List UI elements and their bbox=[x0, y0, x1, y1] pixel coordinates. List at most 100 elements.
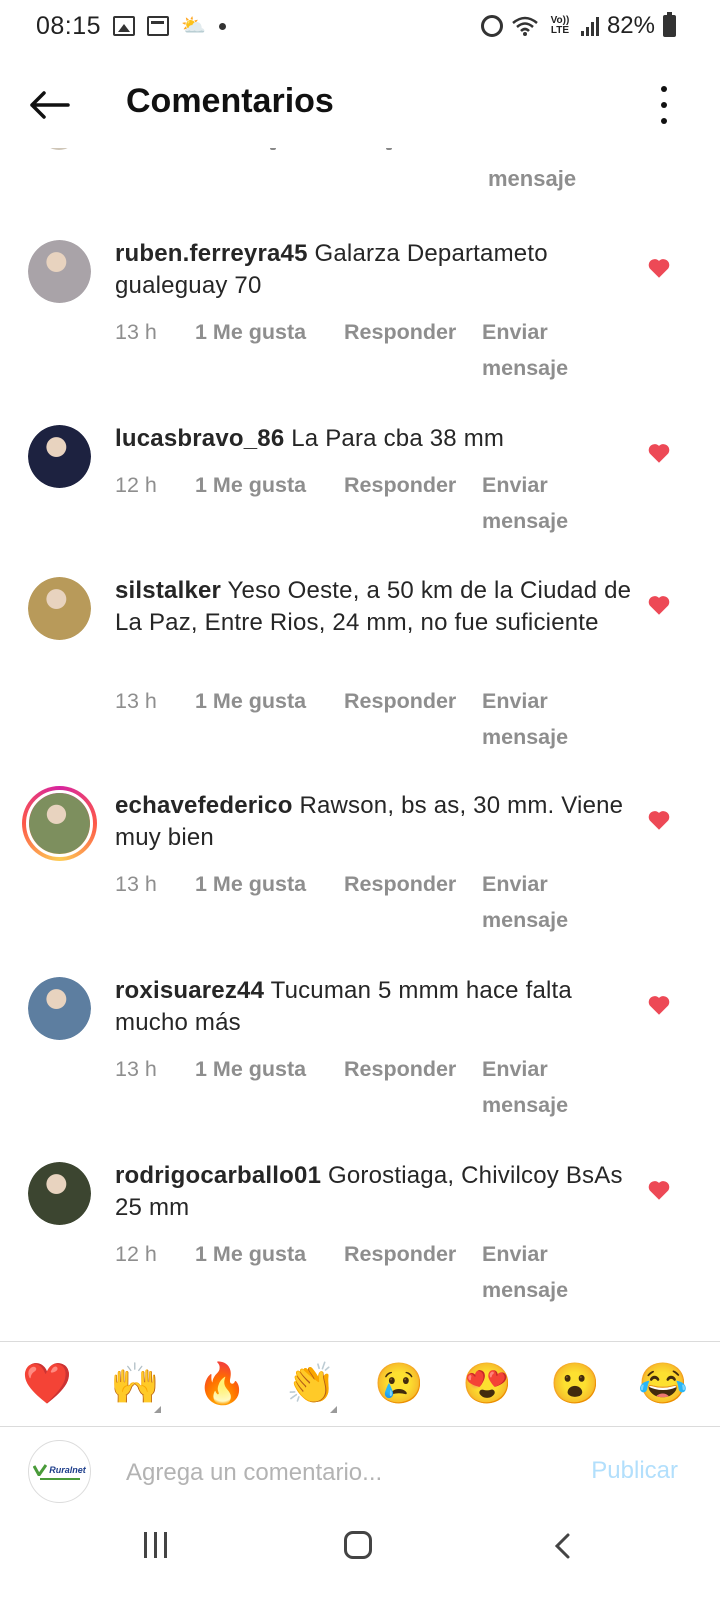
comments-list[interactable]: mensaje ruben.ferreyra45 Galarza Departa… bbox=[0, 148, 720, 1340]
status-right: Vo)) LTE 82% bbox=[480, 0, 676, 52]
send-message-link-line2[interactable]: mensaje bbox=[482, 902, 568, 938]
comment-time: 13 h bbox=[115, 689, 157, 713]
status-time: 08:15 bbox=[36, 11, 102, 40]
fire-emoji[interactable]: 🔥 bbox=[197, 1360, 247, 1408]
battery-icon bbox=[663, 12, 676, 37]
comment-input-row: Ruralnet Publicar bbox=[0, 1427, 720, 1523]
comment-avatar[interactable] bbox=[28, 577, 91, 640]
send-message-link[interactable]: Enviar bbox=[482, 467, 548, 503]
comment-avatar[interactable] bbox=[28, 425, 91, 488]
reply-link[interactable]: Responder bbox=[344, 683, 456, 719]
comment-avatar[interactable] bbox=[28, 240, 91, 303]
send-message-link-line2[interactable]: mensaje bbox=[482, 719, 568, 755]
header: Comentarios bbox=[0, 60, 720, 148]
comment-time: 13 h bbox=[115, 1057, 157, 1081]
like-heart-icon[interactable] bbox=[648, 810, 670, 830]
red-heart-emoji[interactable]: ❤️ bbox=[22, 1360, 72, 1408]
emoji-reaction-bar: ❤️ 🙌 🔥 👏 😢 😍 😮 😂 bbox=[0, 1341, 720, 1427]
news-notification-icon bbox=[147, 16, 170, 36]
clapping-hands-emoji[interactable]: 👏 bbox=[286, 1360, 336, 1408]
send-message-link[interactable]: mensaje bbox=[488, 166, 576, 192]
like-heart-icon[interactable] bbox=[648, 443, 670, 463]
more-options-button[interactable] bbox=[652, 82, 676, 128]
recent-apps-icon[interactable] bbox=[144, 1532, 167, 1558]
send-message-link-line2[interactable]: mensaje bbox=[482, 503, 568, 539]
comment-text: silstalker Yeso Oeste, a 50 km de la Ciu… bbox=[115, 575, 635, 639]
leaf-logo-icon bbox=[33, 1463, 48, 1476]
system-nav-bar bbox=[0, 1510, 720, 1600]
send-message-link[interactable]: Enviar bbox=[482, 1051, 548, 1087]
reply-link[interactable]: Responder bbox=[344, 1236, 456, 1272]
comment-text: ruben.ferreyra45 Galarza Departameto gua… bbox=[115, 238, 635, 302]
home-icon[interactable] bbox=[344, 1531, 372, 1559]
ruralnet-logo: Ruralnet bbox=[33, 1463, 86, 1476]
comment-avatar[interactable] bbox=[28, 977, 91, 1040]
comment-username[interactable]: lucasbravo_86 bbox=[115, 425, 284, 452]
like-heart-icon[interactable] bbox=[648, 258, 670, 278]
send-message-link-line2[interactable]: mensaje bbox=[482, 1087, 568, 1123]
publish-button[interactable]: Publicar bbox=[591, 1457, 678, 1485]
likes-count-link[interactable]: 1 Me gusta bbox=[195, 314, 306, 350]
comment-text: rodrigocarballo01 Gorostiaga, Chivilcoy … bbox=[115, 1160, 635, 1224]
comment-time: 13 h bbox=[115, 872, 157, 896]
battery-percent: 82% bbox=[606, 12, 655, 39]
comment-text: lucasbravo_86 La Para cba 38 mm bbox=[115, 423, 635, 455]
reply-link[interactable]: Responder bbox=[344, 467, 456, 503]
status-bar: 08:15 ⛅ Vo)) LTE 82% bbox=[0, 0, 720, 52]
send-message-link[interactable]: Enviar bbox=[482, 866, 548, 902]
comment-avatar[interactable] bbox=[28, 1162, 91, 1225]
send-message-link[interactable]: Enviar bbox=[482, 1236, 548, 1272]
likes-count-link[interactable]: 1 Me gusta bbox=[195, 866, 306, 902]
like-heart-icon[interactable] bbox=[648, 1180, 670, 1200]
wifi-icon bbox=[512, 16, 538, 36]
comment-username[interactable]: ruben.ferreyra45 bbox=[115, 240, 308, 267]
status-left: 08:15 ⛅ bbox=[36, 11, 227, 41]
logo-text: Ruralnet bbox=[49, 1464, 86, 1475]
gallery-notification-icon bbox=[113, 16, 136, 36]
comment-text: roxisuarez44 Tucuman 5 mmm hace falta mu… bbox=[115, 975, 635, 1039]
more-vertical-icon bbox=[661, 86, 667, 92]
nav-back-icon[interactable] bbox=[549, 1531, 579, 1561]
send-message-link[interactable]: Enviar bbox=[482, 683, 548, 719]
alarm-icon bbox=[480, 15, 503, 37]
comment-username[interactable]: rodrigocarballo01 bbox=[115, 1162, 321, 1189]
likes-count-link[interactable]: 1 Me gusta bbox=[195, 1236, 306, 1272]
back-button[interactable] bbox=[22, 78, 76, 132]
surprised-face-emoji[interactable]: 😮 bbox=[550, 1360, 600, 1408]
likes-count-link[interactable]: 1 Me gusta bbox=[195, 1051, 306, 1087]
skin-tone-indicator-icon bbox=[154, 1406, 161, 1413]
like-heart-icon[interactable] bbox=[648, 995, 670, 1015]
send-message-link-line2[interactable]: mensaje bbox=[482, 1272, 568, 1308]
comment-input[interactable] bbox=[126, 1453, 556, 1493]
comment-username[interactable]: roxisuarez44 bbox=[115, 977, 264, 1004]
partial-avatar bbox=[44, 148, 74, 150]
skin-tone-indicator-icon bbox=[330, 1406, 337, 1413]
like-heart-icon[interactable] bbox=[648, 595, 670, 615]
likes-count-link[interactable]: 1 Me gusta bbox=[195, 683, 306, 719]
own-avatar: Ruralnet bbox=[28, 1440, 91, 1503]
comment-body: La Para cba 38 mm bbox=[291, 425, 505, 452]
arrow-left-icon bbox=[30, 91, 70, 119]
crying-face-emoji[interactable]: 😢 bbox=[374, 1360, 424, 1408]
comment-username[interactable]: echavefederico bbox=[115, 792, 293, 819]
send-message-link-line2[interactable]: mensaje bbox=[482, 350, 568, 386]
reply-link[interactable]: Responder bbox=[344, 1051, 456, 1087]
comment-text: echavefederico Rawson, bs as, 30 mm. Vie… bbox=[115, 790, 635, 854]
comment-avatar[interactable] bbox=[22, 786, 97, 861]
signal-icon bbox=[580, 16, 599, 36]
partial-comment: mensaje bbox=[0, 148, 720, 198]
comment-time: 12 h bbox=[115, 473, 157, 497]
raising-hands-emoji[interactable]: 🙌 bbox=[110, 1360, 160, 1408]
reply-link[interactable]: Responder bbox=[344, 866, 456, 902]
weather-icon: ⛅ bbox=[181, 15, 206, 37]
send-message-link[interactable]: Enviar bbox=[482, 314, 548, 350]
more-notifications-dot-icon bbox=[219, 22, 227, 30]
reply-link[interactable]: Responder bbox=[344, 314, 456, 350]
tears-of-joy-emoji[interactable]: 😂 bbox=[638, 1360, 688, 1408]
comment-time: 13 h bbox=[115, 320, 157, 344]
comment-time: 12 h bbox=[115, 1242, 157, 1266]
volte-lte-icon: Vo)) LTE bbox=[550, 15, 570, 36]
likes-count-link[interactable]: 1 Me gusta bbox=[195, 467, 306, 503]
comment-username[interactable]: silstalker bbox=[115, 577, 221, 604]
heart-eyes-emoji[interactable]: 😍 bbox=[462, 1360, 512, 1408]
